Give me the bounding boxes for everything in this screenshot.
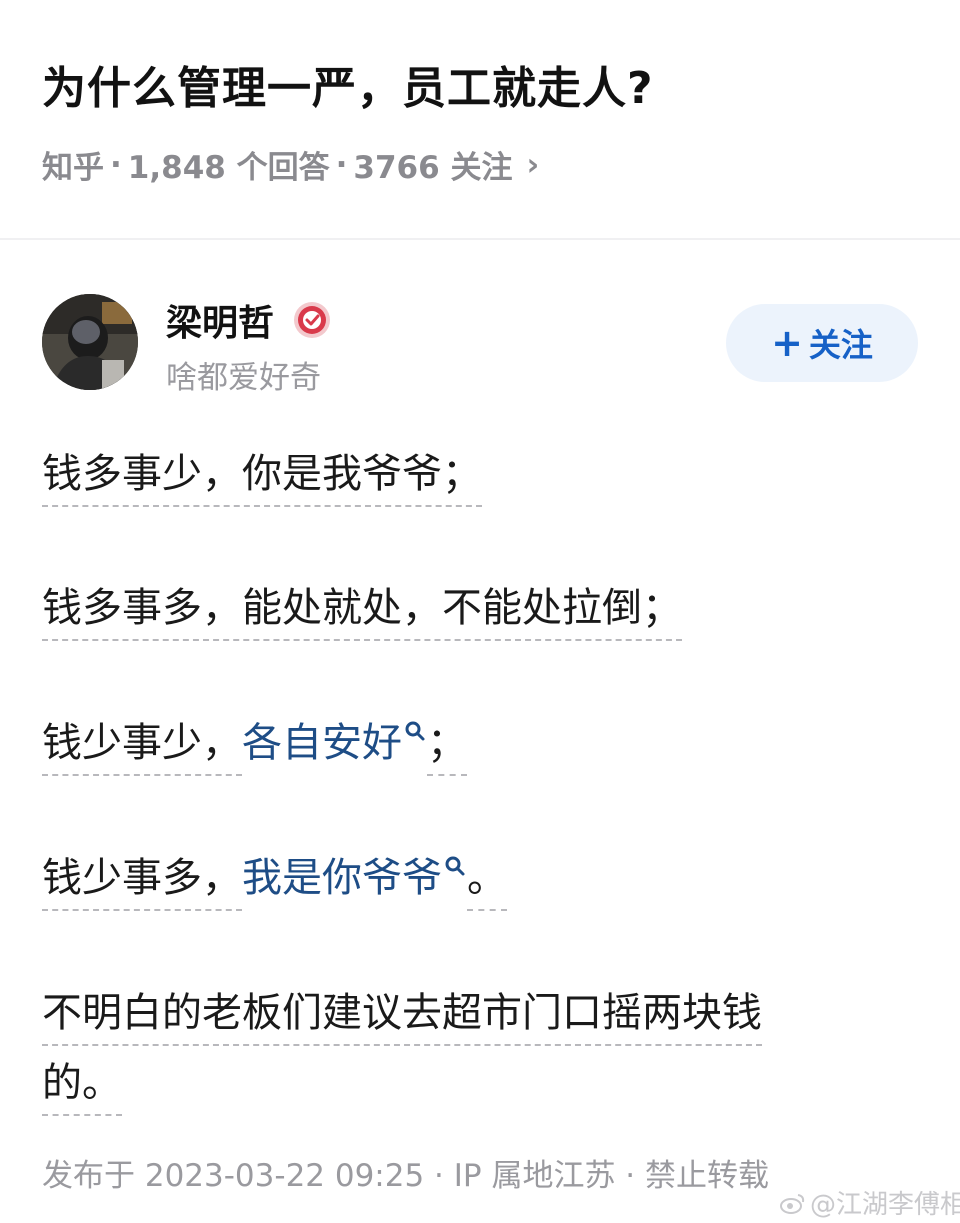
keyword-search-link[interactable]: 我是你爷爷 <box>242 850 467 906</box>
watermark: @江湖李傅相 <box>780 1184 960 1221</box>
avatar-image <box>42 294 138 390</box>
question-meta[interactable]: 知乎 · 1,848 个回答 · 3766 关注 › <box>42 142 539 187</box>
author-name-text: 梁明哲 <box>166 303 275 344</box>
author-name[interactable]: 梁明哲 <box>166 294 332 346</box>
answer-paragraph: 不明白的老板们建议去超市门口摇两块钱 <box>42 985 762 1046</box>
source-label: 知乎 <box>42 150 104 186</box>
answer-count: 1,848 个回答 <box>127 150 330 186</box>
watermark-text: @江湖李傅相 <box>810 1190 960 1220</box>
question-header: 为什么管理一严，员工就走人? 知乎 · 1,848 个回答 · 3766 关注 … <box>0 0 960 240</box>
answer-text: 。 <box>467 855 507 911</box>
meta-separator: · <box>110 146 122 183</box>
author-bio: 啥都爱好奇 <box>166 360 321 396</box>
answer-paragraph: 钱多事多，能处就处，不能处拉倒； <box>42 580 682 641</box>
answer-text: 钱少事少， <box>42 720 242 776</box>
keyword-text: 各自安好 <box>242 720 402 766</box>
search-icon <box>445 856 465 876</box>
keyword-search-link[interactable]: 各自安好 <box>242 715 427 771</box>
chevron-right-icon: › <box>526 146 540 183</box>
answer-paragraph: 钱少事多， 我是你爷爷。 <box>42 850 507 911</box>
answer-paragraph: 钱少事少， 各自安好 ； <box>42 715 467 776</box>
answer-text: 的。 <box>42 1060 122 1116</box>
answer-paragraph: 钱多事少，你是我爷爷； <box>42 446 482 507</box>
question-title[interactable]: 为什么管理一严，员工就走人? <box>42 52 654 116</box>
answer-text: 不明白的老板们建议去超市门口摇两块钱 <box>42 990 762 1046</box>
keyword-text: 我是你爷爷 <box>242 855 442 901</box>
answer-text: 钱多事多，能处就处，不能处拉倒； <box>42 585 682 641</box>
answer-paragraph: 的。 <box>42 1055 122 1116</box>
answer-text: 钱少事多， <box>42 855 242 911</box>
plus-icon: + <box>771 321 803 365</box>
answer-text: 钱多事少，你是我爷爷； <box>42 451 482 507</box>
meta-separator: · <box>335 146 348 183</box>
follower-count: 3766 关注 <box>353 150 513 186</box>
avatar[interactable] <box>42 294 138 390</box>
publish-info: 发布于 2023-03-22 09:25 · IP 属地江苏 · 禁止转载 <box>42 1158 770 1194</box>
follow-label: 关注 <box>808 326 873 364</box>
answer-text: ； <box>427 720 467 776</box>
search-icon <box>405 721 425 741</box>
weibo-icon <box>780 1193 805 1214</box>
verified-badge-icon <box>294 302 331 338</box>
follow-button[interactable]: + 关注 <box>726 304 918 382</box>
